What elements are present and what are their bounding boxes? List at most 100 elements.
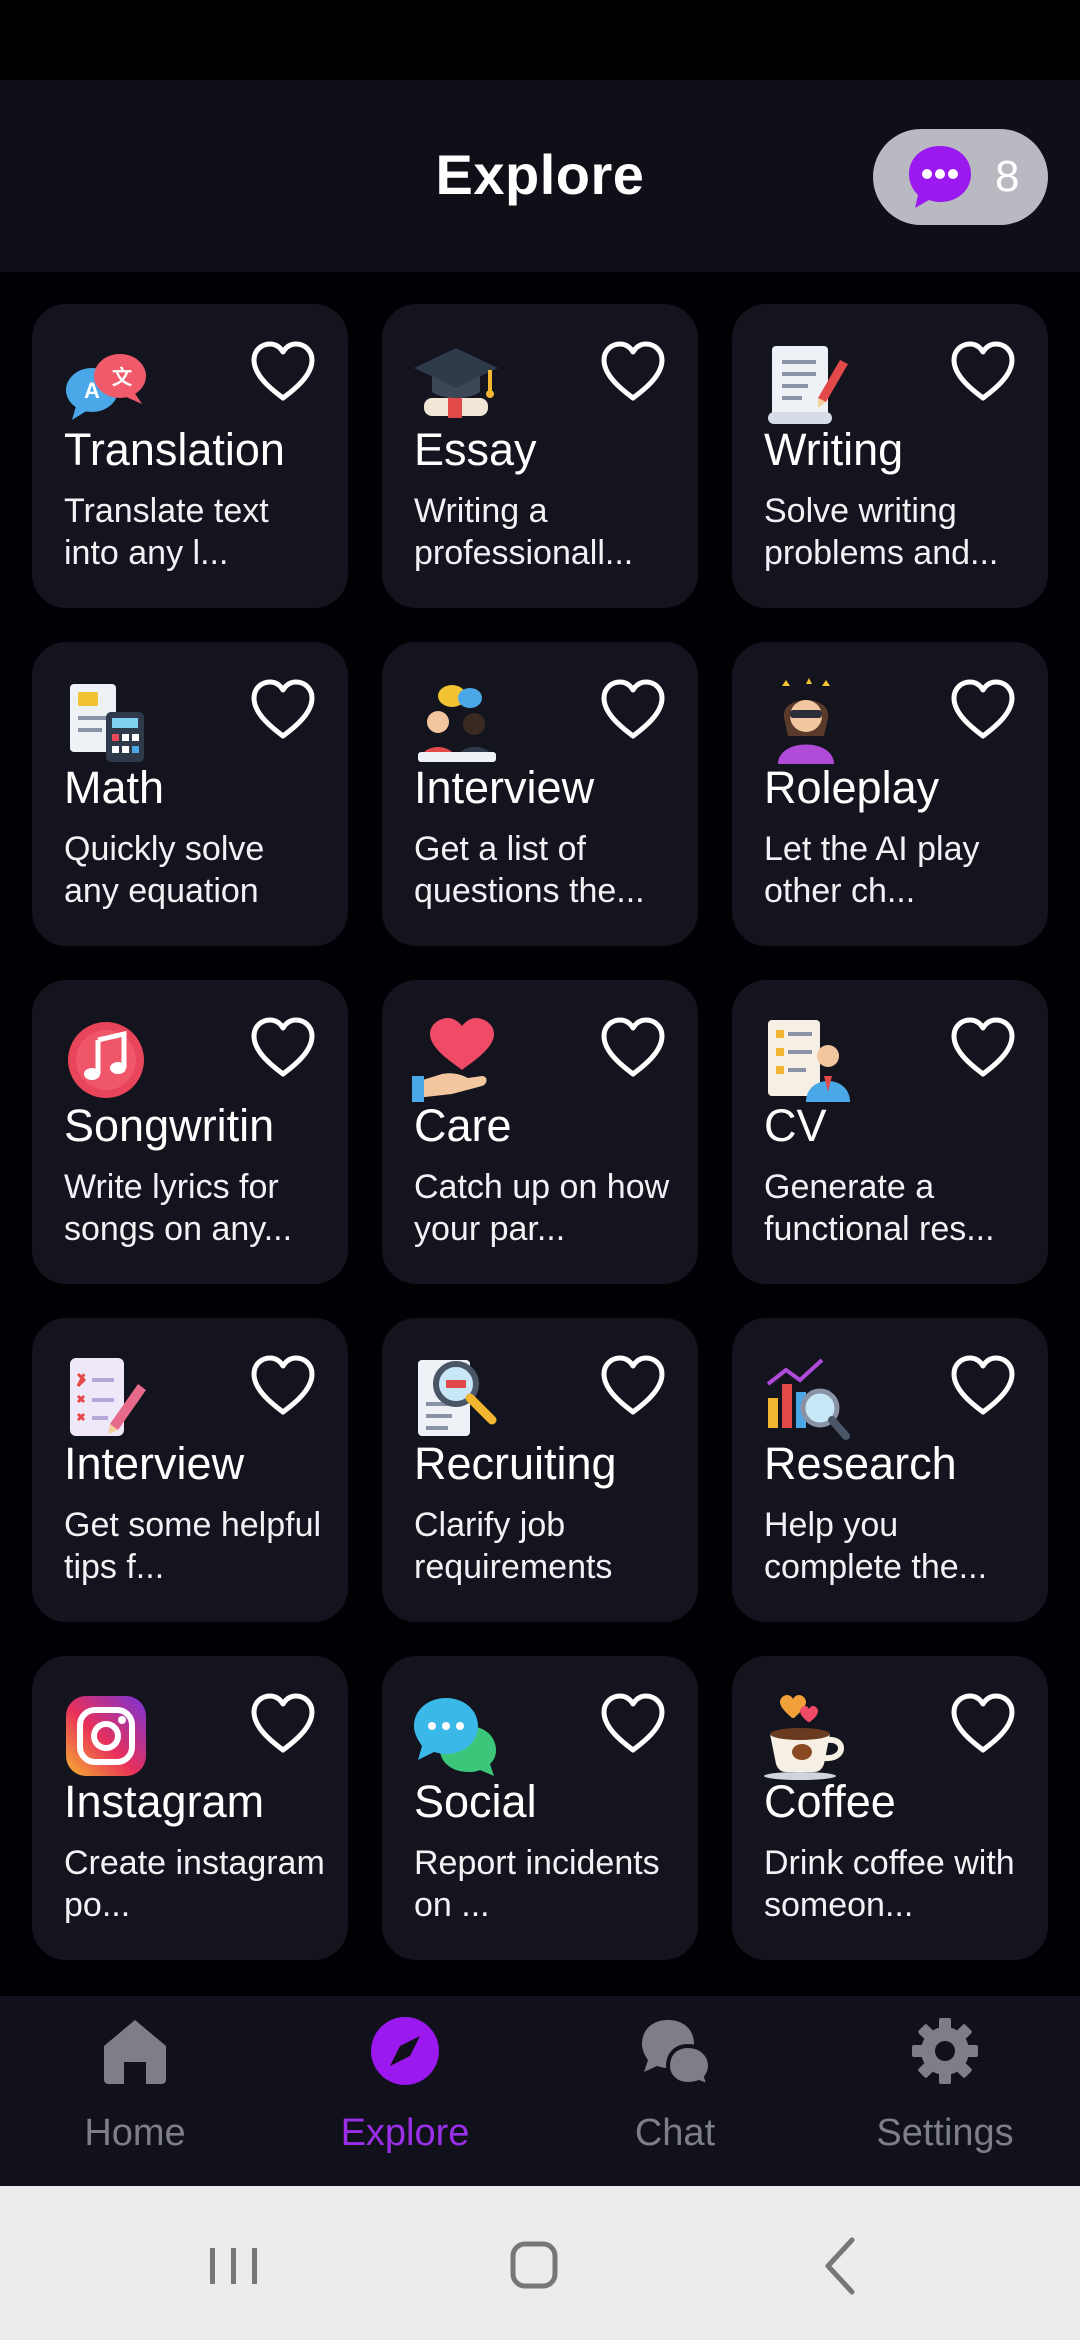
card-essay[interactable]: Essay Writing a professionall... bbox=[382, 304, 698, 608]
favorite-heart-icon[interactable] bbox=[598, 1692, 668, 1756]
favorite-heart-icon[interactable] bbox=[248, 340, 318, 404]
gear-icon bbox=[912, 2018, 978, 2084]
card-social[interactable]: Social Report incidents on ... bbox=[382, 1656, 698, 1960]
card-description: Clarify job requirements bbox=[414, 1506, 613, 1586]
svg-text:文: 文 bbox=[112, 365, 133, 389]
favorite-heart-icon[interactable] bbox=[248, 1692, 318, 1756]
favorite-heart-icon[interactable] bbox=[948, 1354, 1018, 1418]
card-title: Essay bbox=[414, 424, 537, 475]
card-description: Report incidents on ... bbox=[414, 1844, 660, 1924]
card-description: Translate text into any l... bbox=[64, 492, 269, 572]
card-research[interactable]: Research Help you complete the... bbox=[732, 1318, 1048, 1622]
card-title: Math bbox=[64, 762, 165, 813]
favorite-heart-icon[interactable] bbox=[948, 678, 1018, 742]
document-pen-icon bbox=[768, 346, 848, 424]
card-title: Care bbox=[414, 1100, 512, 1151]
card-description: Help you complete the... bbox=[764, 1506, 988, 1586]
resume-icon bbox=[768, 1020, 850, 1102]
card-interview-tips[interactable]: Interview Get some helpful tips f... bbox=[32, 1318, 348, 1622]
interview-people-icon bbox=[418, 685, 496, 762]
favorite-heart-icon[interactable] bbox=[598, 678, 668, 742]
nav-chat[interactable]: Chat bbox=[540, 1996, 810, 2186]
favorite-heart-icon[interactable] bbox=[948, 1016, 1018, 1080]
card-roleplay[interactable]: Roleplay Let the AI play other ch... bbox=[732, 642, 1048, 946]
chat-bubbles-icon bbox=[414, 1698, 496, 1776]
card-math[interactable]: Math Quickly solve any equation bbox=[32, 642, 348, 946]
card-translation[interactable]: A 文 Translation Translate text into any … bbox=[32, 304, 348, 608]
favorite-heart-icon[interactable] bbox=[598, 340, 668, 404]
chat-icon bbox=[642, 2020, 710, 2086]
system-navigation-bar bbox=[0, 2186, 1080, 2340]
card-title: Coffee bbox=[764, 1776, 896, 1827]
nav-explore-label: Explore bbox=[340, 2112, 470, 2154]
favorite-heart-icon[interactable] bbox=[598, 1354, 668, 1418]
back-icon[interactable] bbox=[790, 2226, 890, 2306]
instagram-icon bbox=[66, 1696, 146, 1776]
card-description: Get a list of questions the... bbox=[414, 830, 645, 910]
card-coffee[interactable]: Coffee Drink coffee with someon... bbox=[732, 1656, 1048, 1960]
credits-button[interactable]: 8 bbox=[873, 129, 1048, 225]
card-title: Recruiting bbox=[414, 1438, 617, 1489]
card-title: Research bbox=[764, 1438, 957, 1489]
checklist-pen-icon bbox=[70, 1358, 146, 1436]
card-recruiting[interactable]: Recruiting Clarify job requirements bbox=[382, 1318, 698, 1622]
card-description: Quickly solve any equation bbox=[64, 830, 265, 910]
chart-magnifier-icon bbox=[766, 1358, 850, 1440]
calculator-icon bbox=[70, 684, 144, 762]
roleplay-person-icon bbox=[778, 678, 834, 764]
magnifier-document-icon bbox=[418, 1360, 497, 1436]
card-writing[interactable]: Writing Solve writing problems and... bbox=[732, 304, 1048, 608]
card-songwriting[interactable]: Songwritin Write lyrics for songs on any… bbox=[32, 980, 348, 1284]
card-title: Songwritin bbox=[64, 1100, 275, 1151]
card-description: Writing a professionall... bbox=[414, 492, 634, 572]
favorite-heart-icon[interactable] bbox=[248, 1016, 318, 1080]
card-interview[interactable]: Interview Get a list of questions the... bbox=[382, 642, 698, 946]
heart-hand-icon bbox=[412, 1018, 494, 1102]
card-description: Drink coffee with someon... bbox=[764, 1844, 1015, 1924]
card-description: Get some helpful tips f... bbox=[64, 1506, 322, 1586]
nav-home-label: Home bbox=[84, 2112, 186, 2154]
card-description: Generate a functional res... bbox=[764, 1168, 995, 1248]
music-note-icon bbox=[68, 1022, 144, 1098]
card-description: Create instagram po... bbox=[64, 1844, 325, 1924]
nav-explore[interactable]: Explore bbox=[270, 1996, 540, 2186]
bottom-nav: Home Explore Chat Settings bbox=[0, 1996, 1080, 2186]
card-title: Roleplay bbox=[764, 762, 940, 813]
card-description: Let the AI play other ch... bbox=[764, 830, 980, 910]
card-instagram[interactable]: Instagram Create instagram po... bbox=[32, 1656, 348, 1960]
nav-settings-label: Settings bbox=[876, 2112, 1014, 2154]
card-title: Translation bbox=[64, 424, 285, 475]
compass-icon bbox=[371, 2017, 439, 2085]
nav-settings[interactable]: Settings bbox=[810, 1996, 1080, 2186]
recent-apps-icon[interactable] bbox=[184, 2226, 284, 2306]
card-cv[interactable]: CV Generate a functional res... bbox=[732, 980, 1048, 1284]
status-bar bbox=[0, 0, 1080, 80]
card-care[interactable]: Care Catch up on how your par... bbox=[382, 980, 698, 1284]
card-title: Social bbox=[414, 1776, 537, 1827]
favorite-heart-icon[interactable] bbox=[598, 1016, 668, 1080]
credits-count: 8 bbox=[995, 152, 1020, 201]
home-icon bbox=[104, 2020, 166, 2084]
card-title: Interview bbox=[414, 762, 595, 813]
card-description: Write lyrics for songs on any... bbox=[64, 1168, 293, 1248]
card-title: Instagram bbox=[64, 1776, 265, 1827]
card-title: Interview bbox=[64, 1438, 245, 1489]
graduation-cap-icon bbox=[414, 348, 498, 418]
svg-text:A: A bbox=[84, 378, 100, 403]
app-header: Explore 8 bbox=[0, 80, 1080, 272]
coffee-cup-icon bbox=[764, 1695, 844, 1780]
favorite-heart-icon[interactable] bbox=[948, 340, 1018, 404]
favorite-heart-icon[interactable] bbox=[948, 1692, 1018, 1756]
favorite-heart-icon[interactable] bbox=[248, 1354, 318, 1418]
card-description: Solve writing problems and... bbox=[764, 492, 999, 572]
nav-home[interactable]: Home bbox=[0, 1996, 270, 2186]
explore-grid: A 文 Translation Translate text into any … bbox=[32, 304, 1050, 1960]
card-description: Catch up on how your par... bbox=[414, 1168, 670, 1248]
home-button-icon[interactable] bbox=[484, 2226, 584, 2306]
nav-chat-label: Chat bbox=[634, 2112, 716, 2154]
card-title: CV bbox=[764, 1100, 827, 1151]
favorite-heart-icon[interactable] bbox=[248, 678, 318, 742]
translation-icon: A 文 bbox=[66, 354, 146, 420]
message-bubble-icon bbox=[909, 146, 971, 208]
card-title: Writing bbox=[764, 424, 904, 475]
